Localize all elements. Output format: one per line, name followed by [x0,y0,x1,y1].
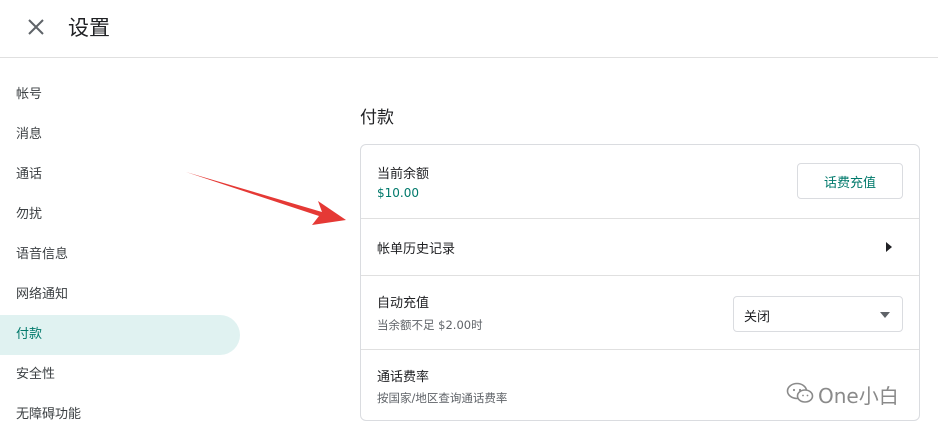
watermark-text: One小白 [818,384,899,408]
call-rates-label: 通话费率 [377,370,430,385]
auto-topup-select[interactable]: 关闭 [733,296,903,332]
wechat-icon [786,382,814,403]
auto-topup-row: 自动充值 当余额不足 $2.00时 关闭 [361,275,919,349]
page-title: 设置 [68,16,110,40]
billing-history-label: 帐单历史记录 [377,242,456,257]
sidebar-item-payment[interactable]: 付款 [0,315,240,355]
sidebar-item-do-not-disturb[interactable]: 勿扰 [0,195,240,235]
balance-row: 当前余额 $10.00 话费充值 [361,145,919,218]
sidebar-item-security[interactable]: 安全性 [0,355,240,395]
chevron-right-icon [886,242,892,252]
sidebar: 帐号 消息 通话 勿扰 语音信息 网络通知 付款 安全性 无障碍功能 [0,75,240,435]
auto-topup-selected-value: 关闭 [744,310,771,325]
sidebar-item-network-notifications[interactable]: 网络通知 [0,275,240,315]
sidebar-item-accessibility[interactable]: 无障碍功能 [0,395,240,435]
watermark: One小白 [786,376,912,410]
sidebar-item-voicemail[interactable]: 语音信息 [0,235,240,275]
top-up-button[interactable]: 话费充值 [797,163,903,199]
close-icon[interactable] [24,15,48,39]
sidebar-item-calls[interactable]: 通话 [0,155,240,195]
sidebar-item-account[interactable]: 帐号 [0,75,240,115]
sidebar-item-messages[interactable]: 消息 [0,115,240,155]
balance-value: $10.00 [377,186,419,200]
chevron-down-icon [880,312,890,318]
header: 设置 [0,0,938,58]
call-rates-sub: 按国家/地区查询通话费率 [377,391,508,405]
billing-history-row[interactable]: 帐单历史记录 [361,218,919,275]
section-title: 付款 [360,108,394,128]
auto-topup-sub: 当余额不足 $2.00时 [377,318,483,332]
auto-topup-label: 自动充值 [377,296,430,311]
balance-label: 当前余额 [377,167,430,182]
